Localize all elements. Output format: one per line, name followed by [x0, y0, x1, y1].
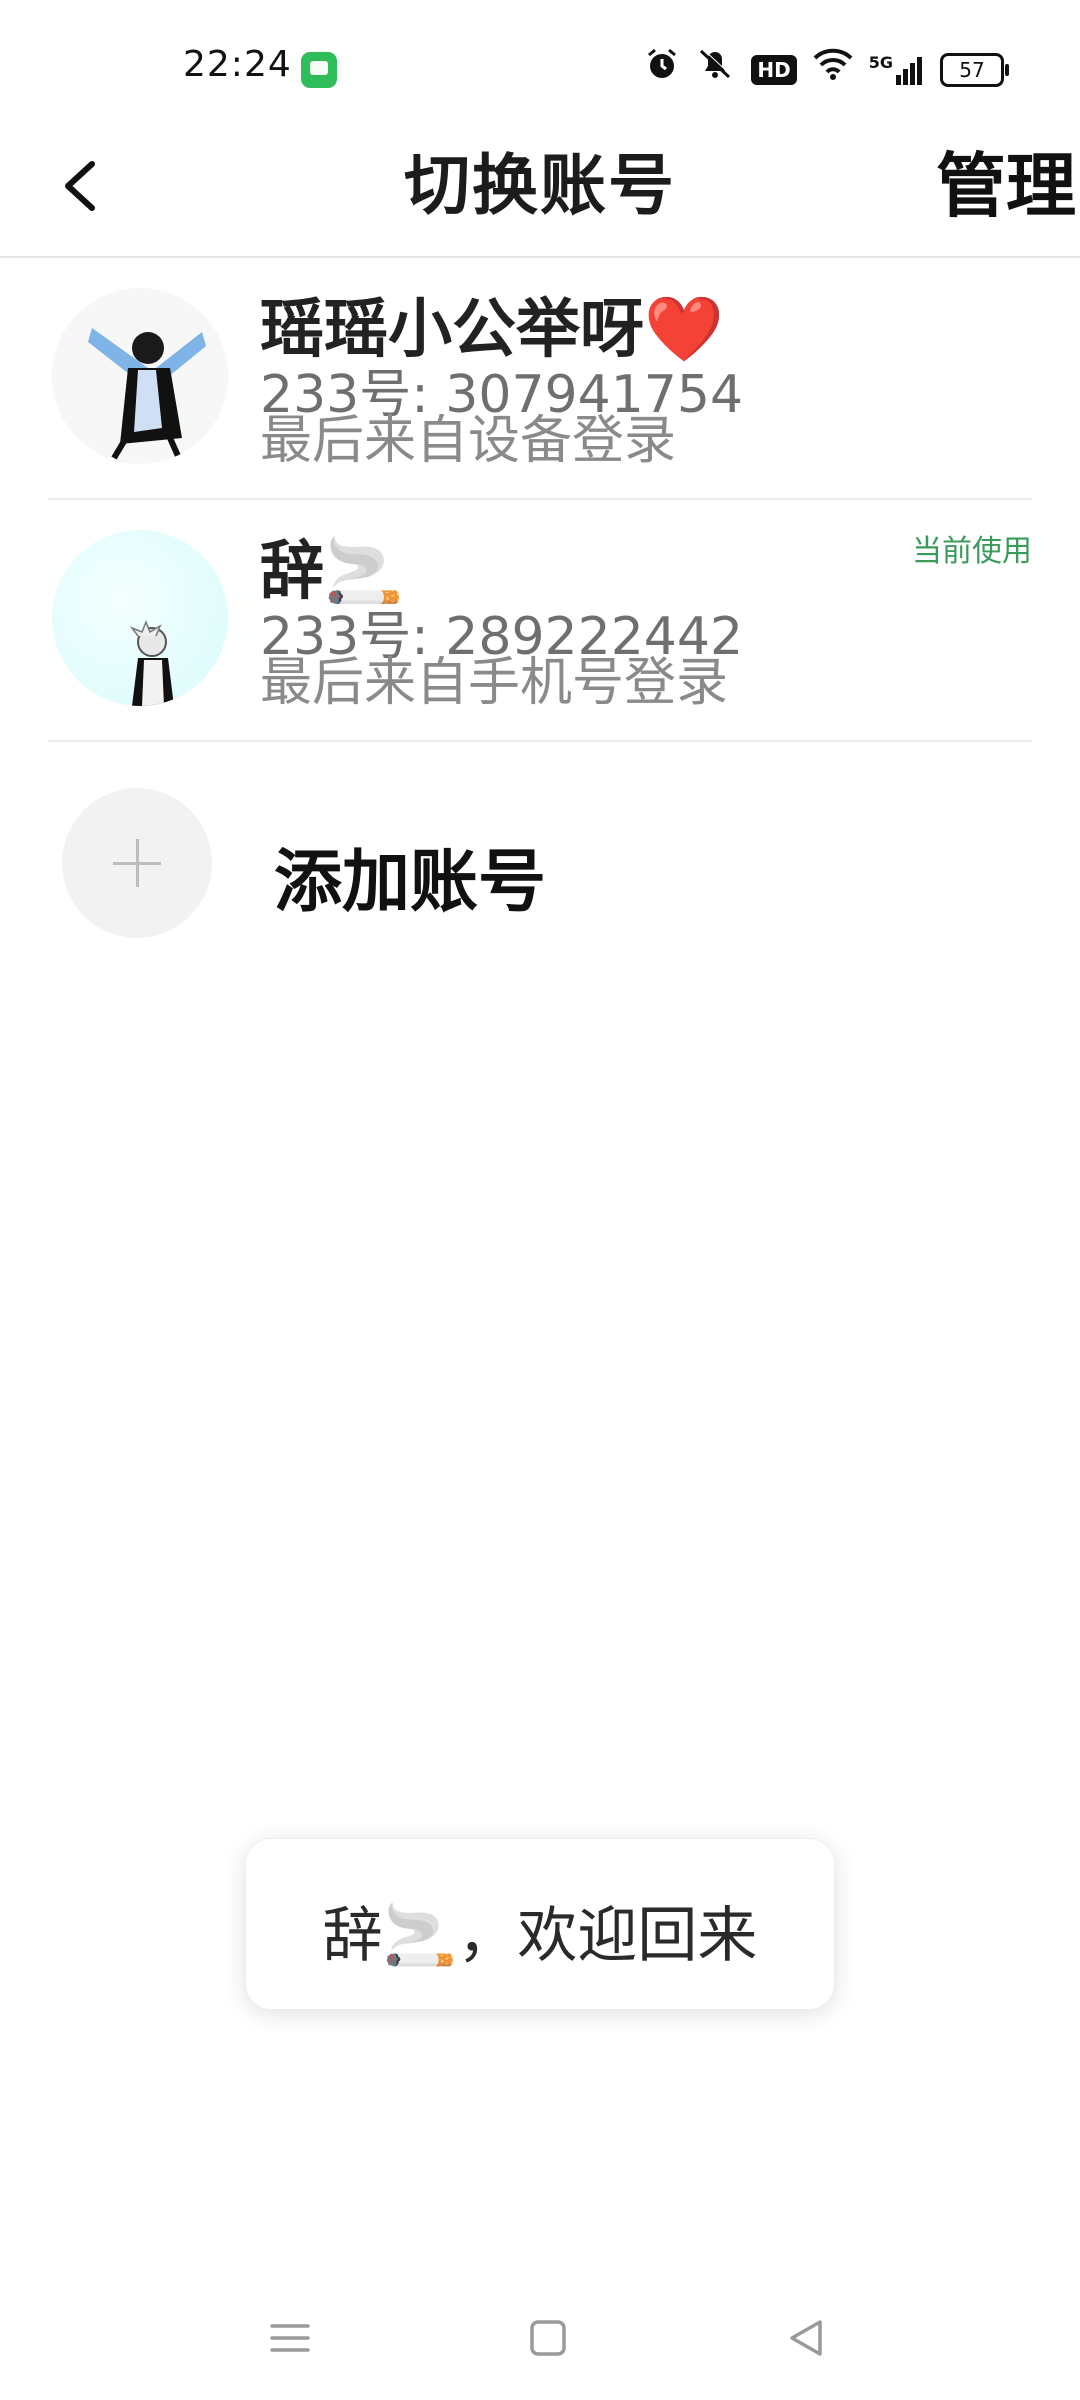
home-icon[interactable] — [518, 2308, 578, 2368]
account-item[interactable]: 瑶瑶小公举呀❤️ 233号: 307941754 最后来自设备登录 — [48, 258, 1032, 500]
wifi-icon — [813, 48, 853, 93]
system-nav-bar — [0, 2280, 1080, 2400]
menu-icon[interactable] — [260, 2308, 320, 2368]
account-last-login: 最后来自手机号登录 — [260, 653, 729, 713]
manage-button[interactable]: 管理 — [936, 130, 1076, 231]
mute-icon — [695, 47, 735, 94]
5g-signal-icon: 5G — [869, 55, 924, 85]
avatar — [52, 530, 228, 706]
plus-icon — [62, 788, 212, 938]
network-label: 5G — [868, 53, 893, 72]
back-triangle-icon[interactable] — [776, 2308, 836, 2368]
title-bar: 切换账号 管理 — [0, 120, 1080, 258]
account-list: 瑶瑶小公举呀❤️ 233号: 307941754 最后来自设备登录 辞🚬 233… — [0, 258, 1080, 942]
status-time: 22:24 — [183, 44, 292, 85]
current-account-badge: 当前使用 — [912, 534, 1032, 569]
account-last-login: 最后来自设备登录 — [260, 411, 677, 471]
hd-icon: HD — [751, 55, 797, 85]
avatar — [52, 288, 228, 464]
add-account-button[interactable]: 添加账号 — [48, 742, 1032, 942]
add-account-label: 添加账号 — [274, 843, 547, 922]
alarm-icon — [645, 47, 679, 94]
status-bar: 22:24 HD 5G 57 — [0, 0, 1080, 120]
toast-text: 辞🚬，欢迎回来 — [322, 1901, 758, 1971]
screen: 22:24 HD 5G 57 切换账号 管理 瑶瑶小公举呀❤️ 233号: 30… — [0, 0, 1080, 2400]
account-item[interactable]: 辞🚬 233号: 289222442 最后来自手机号登录 当前使用 — [48, 500, 1032, 742]
battery-icon: 57 — [940, 53, 1009, 87]
welcome-toast: 辞🚬，欢迎回来 — [245, 1838, 835, 2010]
status-icons: HD 5G 57 — [645, 47, 1009, 94]
page-title: 切换账号 — [404, 147, 676, 224]
message-app-icon — [301, 52, 337, 88]
